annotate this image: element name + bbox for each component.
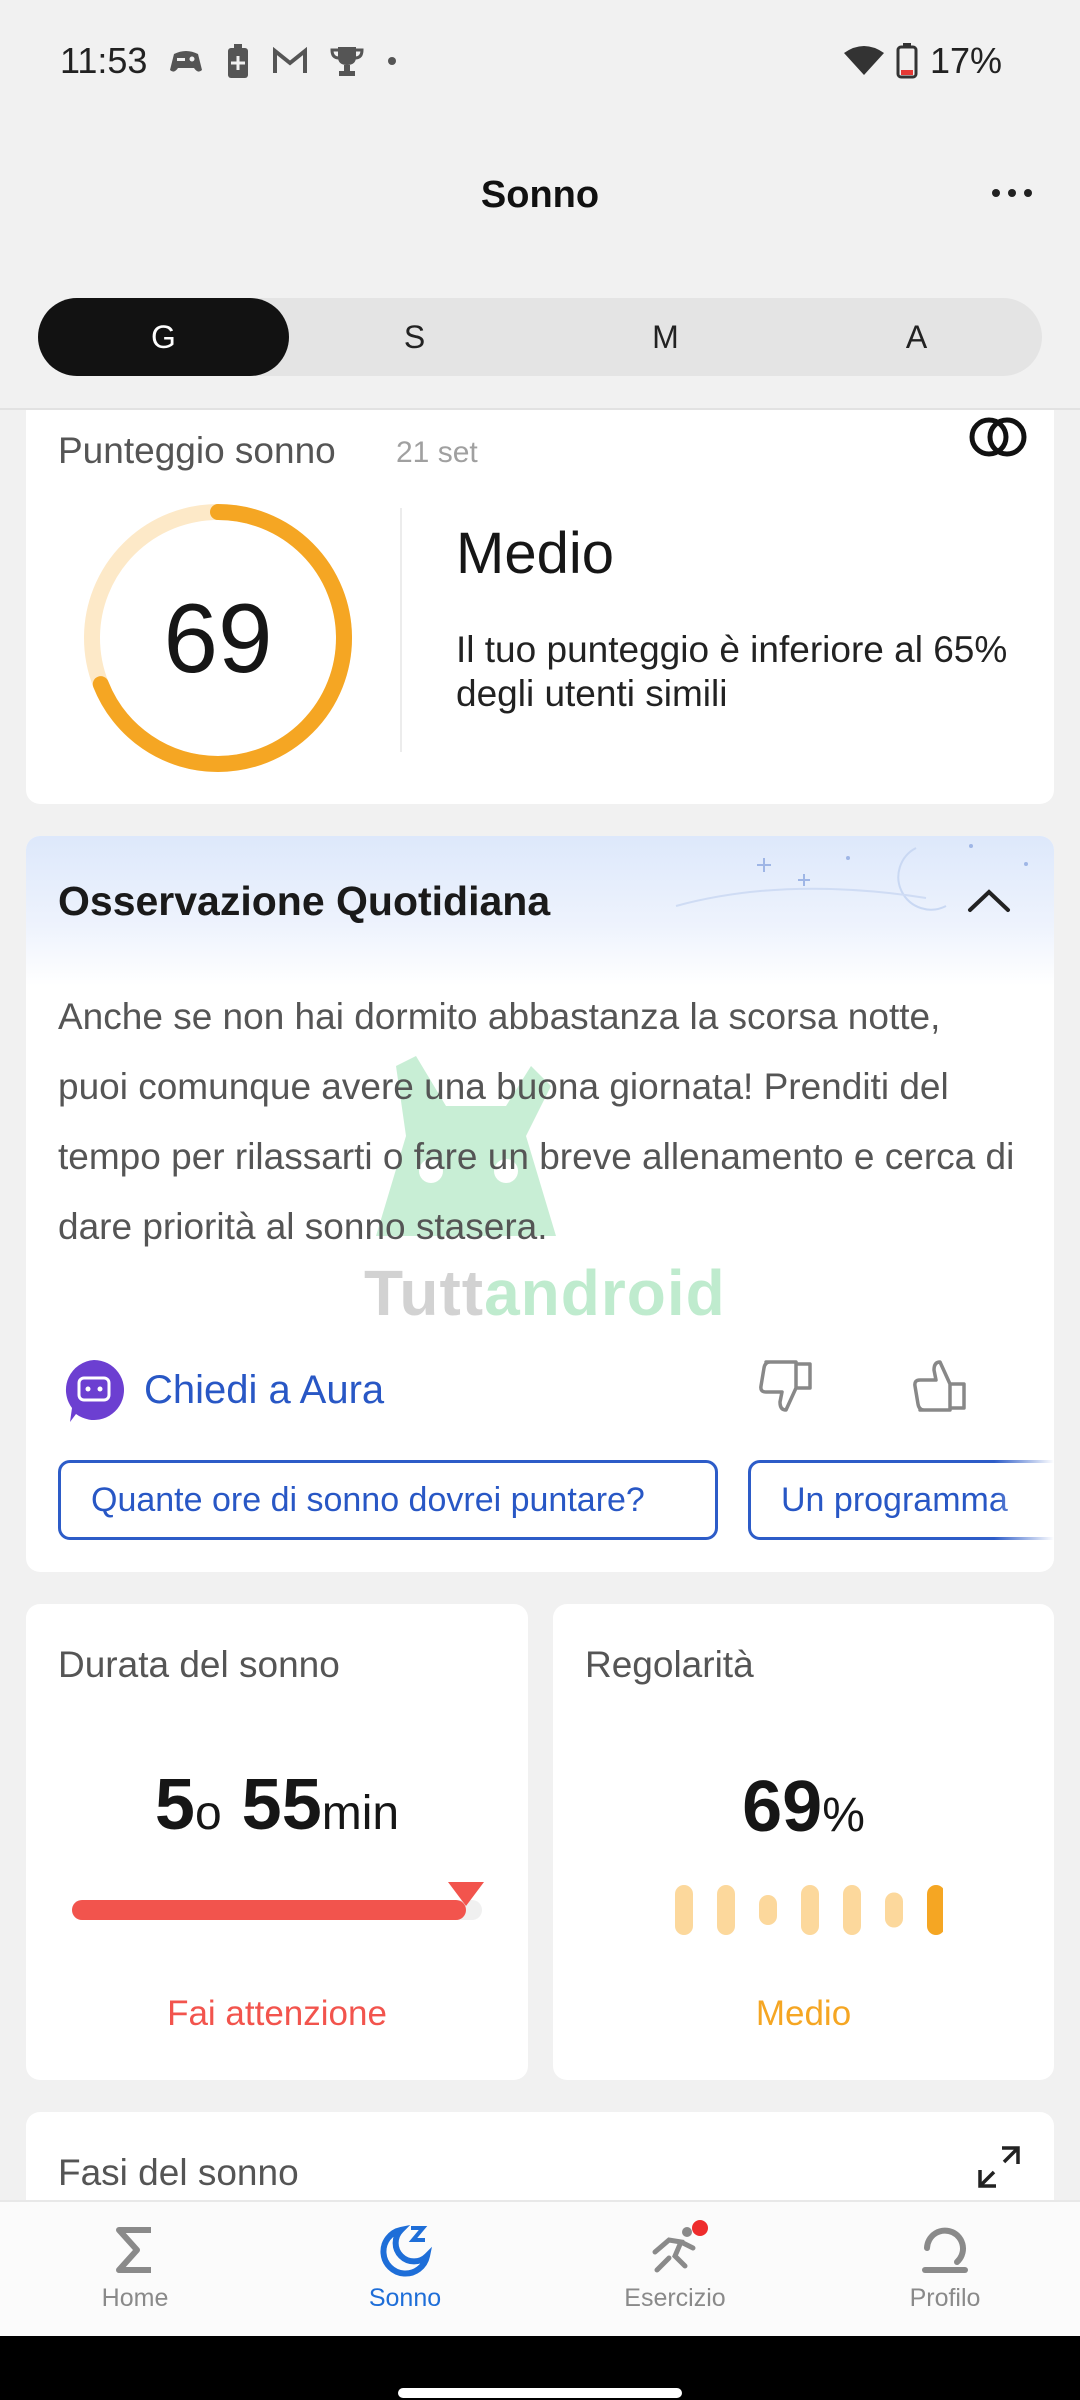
more-options-button[interactable] [982, 178, 1042, 208]
divider [400, 508, 402, 752]
duration-hours: 5 [154, 1765, 195, 1845]
battery-saver-icon [228, 44, 248, 78]
profile-icon [922, 2227, 968, 2273]
status-notification-icons [168, 44, 398, 78]
battery-percent: 17% [929, 40, 1002, 81]
tab-year[interactable]: A [791, 298, 1042, 376]
rings-icon[interactable] [966, 412, 1030, 462]
moon-zz-icon [380, 2225, 432, 2277]
gamepad-icon [170, 51, 202, 72]
wifi-icon [843, 46, 884, 75]
score-ring: 69 [72, 492, 364, 784]
nav-label: Home [101, 2284, 169, 2312]
tab-month[interactable]: M [540, 298, 791, 376]
nav-exercise[interactable]: Esercizio [540, 2202, 810, 2336]
tab-week[interactable]: S [289, 298, 540, 376]
status-bar: 11:53 17% [0, 0, 1080, 128]
regularity-bar [843, 1885, 861, 1935]
more-dot [1008, 189, 1016, 197]
score-value: 69 [163, 582, 273, 693]
watermark-part-1: Tutt [364, 1257, 485, 1329]
thumbs-up-icon[interactable] [910, 1356, 970, 1416]
regularity-bar [675, 1885, 693, 1935]
trophy-icon [330, 47, 364, 76]
thumbs-down-icon[interactable] [756, 1356, 816, 1416]
score-description: Il tuo punteggio è inferiore al 65% degl… [456, 629, 1008, 714]
regularity-bar [927, 1885, 943, 1935]
daily-observation-card: Osservazione Quotidiana Tuttandroid Anch… [26, 836, 1054, 1572]
bottom-navigation: Home Sonno Esercizio Profilo [0, 2200, 1080, 2336]
status-right: 17% [843, 40, 1002, 82]
regularity-value: 69% [553, 1766, 1054, 1848]
sleep-duration-card[interactable]: Durata del sonno 5o 55min Fai attenzione [26, 1604, 528, 2080]
score-date: 21 set [396, 436, 478, 469]
duration-minutes: 55 [241, 1765, 322, 1845]
nav-label: Sonno [368, 2284, 442, 2312]
nav-profile[interactable]: Profilo [810, 2202, 1080, 2336]
gmail-icon [273, 47, 307, 73]
duration-progress-bar [72, 1900, 482, 1920]
nav-label: Esercizio [624, 2284, 726, 2312]
status-time: 11:53 [60, 40, 148, 81]
sigma-icon [116, 2227, 151, 2273]
regularity-bar [801, 1885, 819, 1935]
regularity-bar [717, 1885, 735, 1935]
duration-hours-unit: o [194, 1787, 222, 1840]
observation-header-bg: Osservazione Quotidiana [26, 836, 1054, 986]
aura-chat-icon[interactable] [62, 1358, 126, 1424]
sleep-score-card[interactable]: Punteggio sonno 21 set 69 Medio Il tuo p… [26, 410, 1054, 804]
battery-icon [896, 43, 918, 79]
regularity-bars [675, 1885, 943, 1935]
regularity-title: Regolarità [585, 1644, 754, 1685]
watermark-text: Tuttandroid [364, 1256, 726, 1330]
ask-aura-link[interactable]: Chiedi a Aura [144, 1368, 384, 1413]
duration-status: Fai attenzione [167, 1994, 387, 2033]
notification-badge [692, 2220, 708, 2236]
regularity-number: 69 [742, 1767, 823, 1847]
duration-minutes-unit: min [321, 1787, 400, 1840]
score-level: Medio [456, 521, 614, 586]
nav-label: Profilo [909, 2284, 981, 2312]
chip-fade [994, 1436, 1054, 1566]
duration-title: Durata del sonno [58, 1644, 340, 1685]
target-marker-icon [447, 1882, 484, 1906]
regularity-bar [885, 1892, 903, 1928]
phases-title: Fasi del sonno [58, 2152, 299, 2193]
regularity-unit: % [822, 1789, 865, 1842]
more-horizontal-icon [992, 189, 1000, 197]
duration-value: 5o 55min [26, 1764, 528, 1846]
regularity-bar [759, 1895, 777, 1925]
score-title: Punteggio sonno [58, 430, 336, 471]
nav-home[interactable]: Home [0, 2202, 270, 2336]
nav-sleep[interactable]: Sonno [270, 2202, 540, 2336]
suggestion-chip[interactable]: Quante ore di sonno dovrei puntare? [58, 1460, 718, 1540]
duration-progress-fill [72, 1900, 466, 1920]
watermark-part-2: android [484, 1257, 726, 1329]
more-dot [1024, 189, 1032, 197]
dot-icon [388, 57, 396, 65]
page-title: Sonno [480, 174, 600, 216]
expand-icon[interactable] [974, 2142, 1024, 2192]
home-gesture-bar[interactable] [398, 2388, 682, 2398]
app-header: Sonno [0, 128, 1080, 258]
tab-day[interactable]: G [38, 298, 289, 376]
observation-title: Osservazione Quotidiana [58, 878, 551, 924]
regularity-card[interactable]: Regolarità 69% Medio [553, 1604, 1054, 2080]
observation-text: Anche se non hai dormito abbastanza la s… [58, 996, 1015, 1247]
chevron-up-icon[interactable] [964, 880, 1014, 920]
period-tabs: G S M A [38, 298, 1042, 376]
regularity-status: Medio [755, 1994, 852, 2033]
